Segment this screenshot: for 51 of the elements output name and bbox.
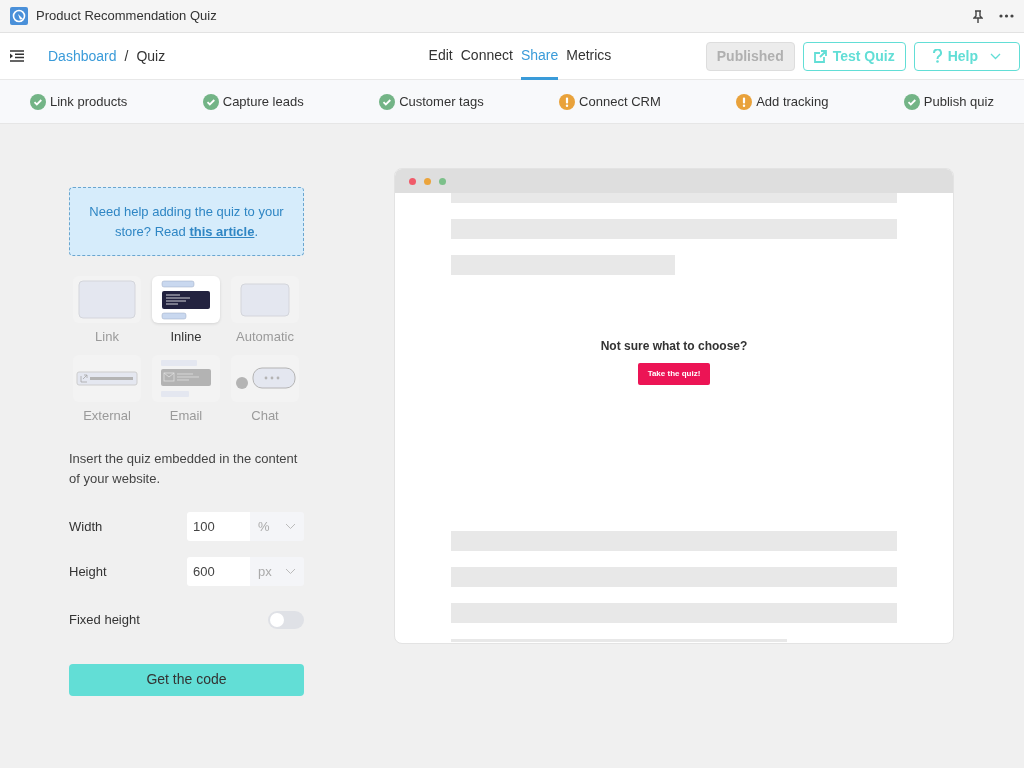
automatic-layout-icon	[240, 282, 290, 317]
nav-tab[interactable]: Edit	[428, 32, 453, 80]
menu-icon[interactable]	[10, 50, 24, 62]
minimize-dot	[424, 177, 431, 185]
embed-option-label: Automatic	[236, 328, 294, 346]
take-quiz-button[interactable]: Take the quiz!	[637, 363, 711, 385]
toggle-label: Fixed height	[69, 611, 140, 629]
get-code-button[interactable]: Get the code	[69, 663, 304, 696]
preview-heading: Not sure what to choose?	[599, 338, 749, 355]
chevron-down-icon	[285, 523, 296, 530]
more-icon[interactable]	[999, 14, 1014, 18]
embed-option-label: Email	[169, 406, 203, 425]
description-text: Insert the quiz embedded in the content of your website.	[69, 450, 299, 488]
step-label: Publish quiz	[923, 92, 994, 111]
email-layout-icon	[160, 358, 212, 398]
embed-option[interactable]	[152, 276, 220, 323]
step-label: Add tracking	[756, 92, 829, 111]
embed-option-label: Link	[95, 328, 119, 346]
external-layout-icon	[76, 370, 138, 386]
unit-select[interactable]: px	[250, 557, 304, 586]
step-label: Link products	[50, 92, 128, 111]
external-link-icon	[813, 49, 827, 63]
field-label: Height	[69, 562, 108, 581]
chevron-down-icon	[285, 568, 296, 575]
app-logo-icon	[10, 7, 28, 25]
nav-tab[interactable]: Metrics	[566, 32, 612, 80]
field-label: Width	[69, 517, 104, 536]
breadcrumb-separator: /	[124, 46, 129, 66]
step-label: Connect CRM	[579, 92, 661, 111]
maximize-dot	[439, 177, 446, 185]
help-message: Need help adding the quiz to your store? Read this article.	[69, 187, 304, 256]
fixed-height-switch[interactable]	[268, 610, 304, 629]
embed-option-label: Chat	[251, 406, 279, 425]
link-layout-icon	[78, 280, 136, 319]
size-input[interactable]: 600	[187, 557, 250, 586]
embed-option-label: Inline	[170, 328, 202, 346]
embed-option-label: External	[83, 406, 131, 425]
nav-tab[interactable]: Connect	[460, 32, 513, 80]
question-icon	[932, 49, 942, 63]
inline-layout-icon	[161, 279, 211, 320]
close-dot	[409, 177, 416, 185]
pin-icon[interactable]	[973, 9, 983, 23]
breadcrumb-link[interactable]: Dashboard	[48, 45, 117, 67]
unit-select[interactable]: %	[250, 512, 304, 541]
chat-layout-icon	[234, 367, 296, 389]
breadcrumb-current: Quiz	[136, 46, 166, 66]
chevron-down-icon	[990, 52, 1001, 60]
window-title: Product Recommendation Quiz	[36, 7, 217, 26]
step-label: Customer tags	[399, 92, 484, 111]
size-input[interactable]: 100	[187, 512, 250, 541]
step-label: Capture leads	[222, 92, 304, 111]
